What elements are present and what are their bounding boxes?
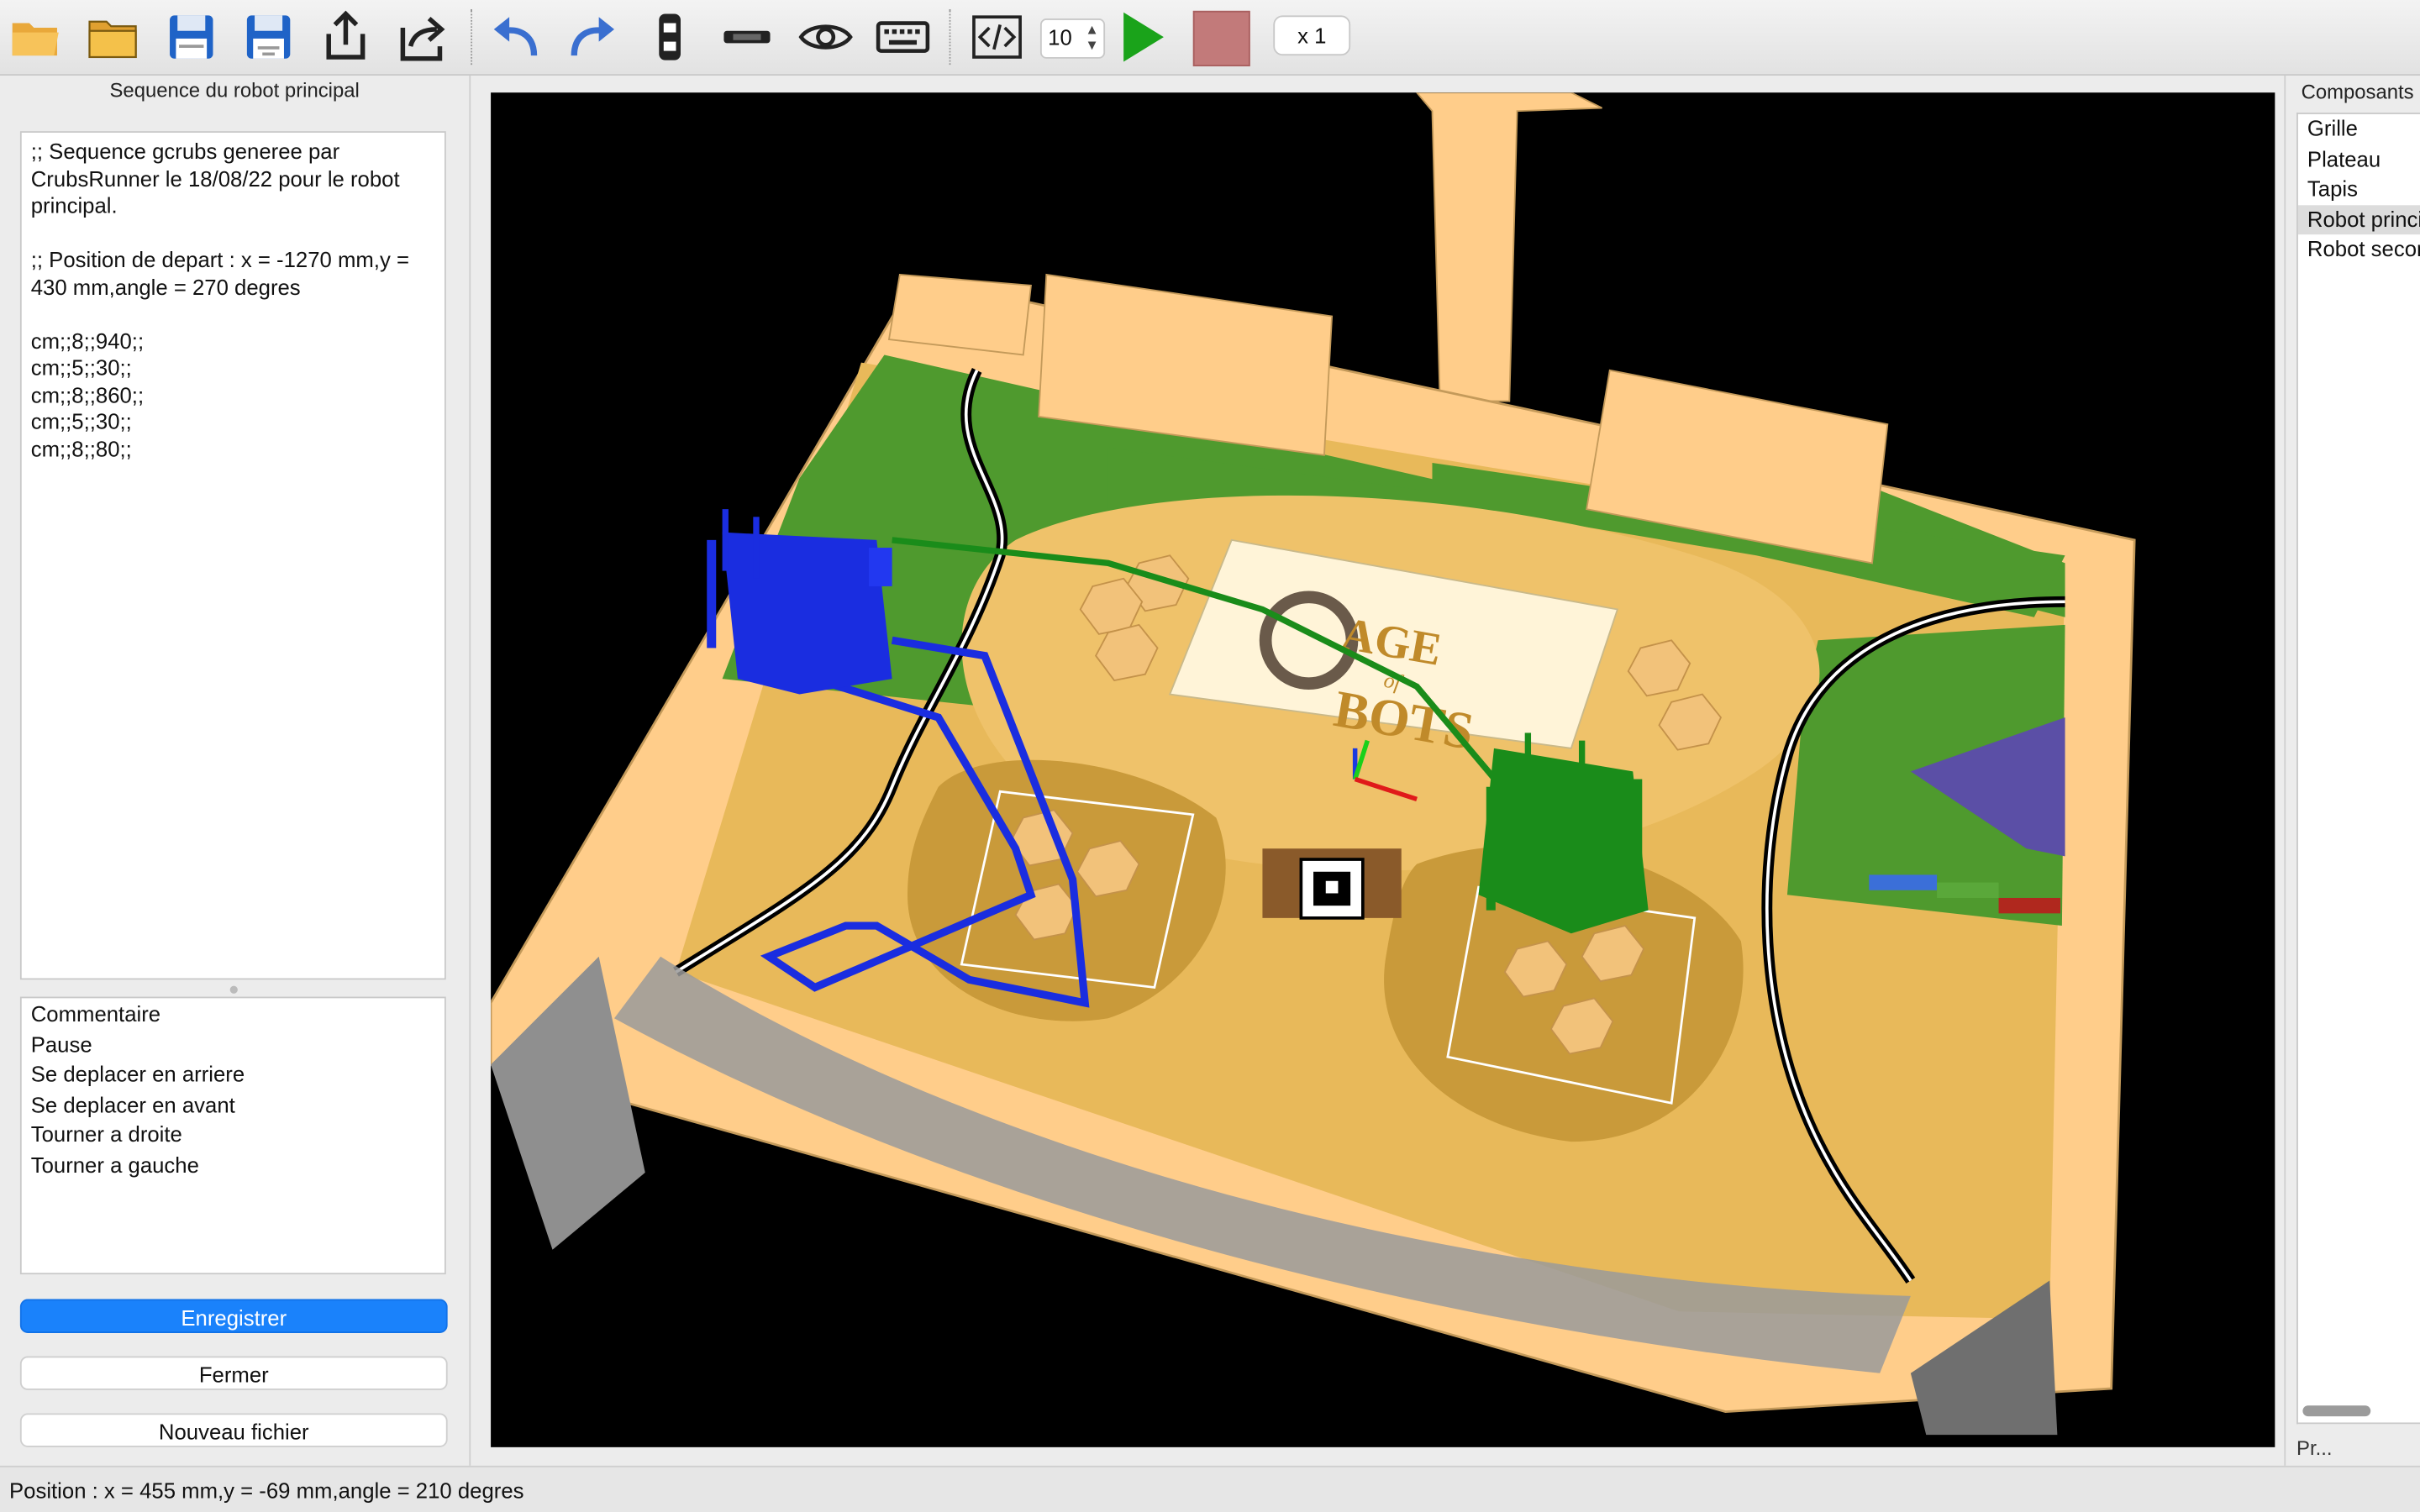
splitter-handle[interactable] bbox=[229, 985, 238, 994]
code-icon[interactable] bbox=[966, 6, 1028, 67]
new-file-button[interactable]: Nouveau fichier bbox=[19, 1413, 448, 1447]
list-item[interactable]: Commentaire bbox=[22, 1000, 445, 1030]
eye-icon[interactable] bbox=[795, 6, 856, 67]
play-icon[interactable] bbox=[1111, 6, 1172, 67]
open-folder-icon[interactable] bbox=[5, 6, 66, 67]
undo-icon[interactable] bbox=[485, 6, 546, 67]
save-as-icon[interactable] bbox=[238, 6, 299, 67]
component-tapis[interactable]: Tapis bbox=[2298, 175, 2420, 205]
list-item[interactable]: Tourner a droite bbox=[22, 1121, 445, 1151]
list-item[interactable]: Se deplacer en avant bbox=[22, 1090, 445, 1121]
upload-icon[interactable] bbox=[315, 6, 376, 67]
redo-icon[interactable] bbox=[562, 6, 623, 67]
keyboard-icon[interactable] bbox=[872, 6, 934, 67]
3d-viewport[interactable]: AGE of BOTS bbox=[491, 92, 2275, 1447]
list-item[interactable]: Tourner a gauche bbox=[22, 1151, 445, 1181]
components-panel: Composants Grille Plateau Tapis Robot pr… bbox=[2284, 76, 2420, 1466]
save-icon[interactable] bbox=[160, 6, 222, 67]
horizontal-scrollbar[interactable] bbox=[2302, 1405, 2371, 1417]
list-item[interactable]: Pause bbox=[22, 1030, 445, 1060]
robot-view-icon[interactable] bbox=[639, 6, 700, 67]
position-readout: Position : x = 455 mm,y = -69 mm,angle =… bbox=[9, 1478, 524, 1503]
sequence-editor[interactable]: ;; Sequence gcrubs generee par CrubsRunn… bbox=[19, 131, 446, 980]
component-plateau[interactable]: Plateau bbox=[2298, 144, 2420, 175]
game-table-scene: AGE of BOTS bbox=[491, 92, 2136, 1436]
sequence-panel: Sequence du robot principal ;; Sequence … bbox=[0, 76, 471, 1466]
component-robot-secondaire[interactable]: Robot secondaire bbox=[2298, 235, 2420, 265]
folder-icon[interactable] bbox=[82, 6, 143, 67]
component-grille[interactable]: Grille bbox=[2298, 114, 2420, 144]
spin-arrows-icon[interactable]: ▲ ▼ bbox=[1085, 22, 1098, 53]
save-button[interactable]: Enregistrer bbox=[19, 1299, 448, 1333]
share-icon[interactable] bbox=[392, 6, 454, 67]
speed-button[interactable]: x 1 bbox=[1273, 15, 1351, 56]
sequence-panel-title: Sequence du robot principal bbox=[109, 78, 360, 102]
status-bar: Position : x = 455 mm,y = -69 mm,angle =… bbox=[0, 1465, 2420, 1512]
components-title: Composants bbox=[2301, 80, 2414, 104]
properties-label: Pr... bbox=[2296, 1436, 2333, 1460]
step-value: 10 bbox=[1048, 24, 1072, 50]
stop-icon[interactable] bbox=[1192, 10, 1250, 66]
component-robot-principal[interactable]: Robot principal bbox=[2297, 204, 2420, 235]
robot-side-icon[interactable] bbox=[716, 6, 777, 67]
components-list: Grille Plateau Tapis Robot principal Rob… bbox=[2296, 113, 2420, 1425]
step-spinbox[interactable]: 10 ▲ ▼ bbox=[1039, 18, 1106, 59]
command-list: Commentaire Pause Se deplacer en arriere… bbox=[19, 996, 446, 1275]
list-item[interactable]: Se deplacer en arriere bbox=[22, 1060, 445, 1090]
toolbar: 10 ▲ ▼ x 1 bbox=[0, 0, 2420, 76]
close-button[interactable]: Fermer bbox=[19, 1356, 448, 1390]
